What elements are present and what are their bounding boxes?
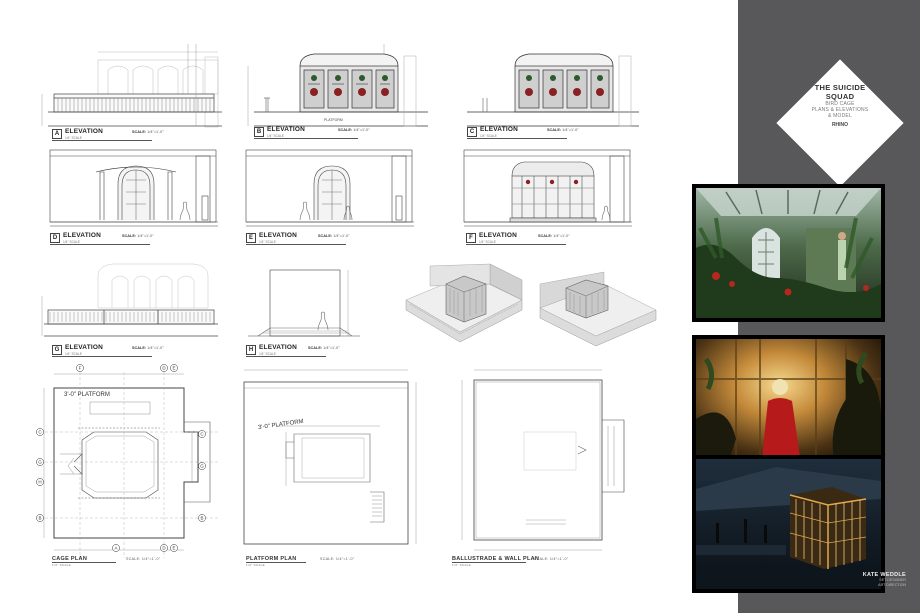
platform-plan: 3'-0" PLATFORM PLATFORM PLAN 1/4" SCALE … (240, 362, 440, 582)
svg-text:G: G (38, 460, 42, 465)
svg-text:B: B (38, 516, 41, 521)
cage-plan: F D E C G H B C G B A D E 3'-0" PLATFORM… (34, 362, 220, 582)
elevation-d-scale: SCALE: 1/4"=1'-0" (122, 234, 154, 238)
elevation-h: H ELEVATION 1/4" SCALE SCALE: 1/4"=1'-0" (244, 266, 364, 362)
elevation-e: E ELEVATION 1/4" SCALE SCALE: 1/4"=1'-0" (244, 146, 420, 246)
elevation-f-letter: F (466, 233, 476, 243)
svg-text:F: F (79, 366, 82, 371)
elevation-c-letter: C (467, 127, 477, 137)
svg-text:PLATFORM: PLATFORM (324, 118, 343, 122)
model-render-2 (536, 262, 660, 356)
ballustrade-plan: BALLUSTRADE & WALL PLAN 1/4" SCALE SCALE… (448, 362, 644, 582)
film-still-1 (692, 184, 885, 322)
elevation-b-name: ELEVATION (267, 126, 306, 133)
designer-credit-line-2: ART DIRECTION (878, 582, 906, 587)
designer-credit: KATE WEDDLE SET DESIGNER ART DIRECTION (770, 572, 906, 587)
elevation-e-drawing (245, 149, 414, 227)
cage-plan-label: CAGE PLAN 1/4" SCALE SCALE: 1/4"=1'-0" (52, 556, 161, 567)
elevation-h-name: ELEVATION (259, 344, 298, 351)
elevation-c-scale: SCALE: 1/4"=1'-0" (547, 128, 579, 132)
elevation-b-label: B ELEVATION 1/4" SCALE SCALE: 1/4"=1'-0" (254, 126, 426, 140)
elevation-g: G ELEVATION 1/4" SCALE SCALE: 1/4"=1'-0" (38, 256, 224, 360)
elevation-a-name: ELEVATION (65, 128, 104, 135)
elevation-c-name: ELEVATION (480, 126, 519, 133)
elevation-a: A ELEVATION 1/4" SCALE SCALE: 1/4"=1'-0" (38, 40, 224, 146)
svg-text:E: E (172, 366, 175, 371)
software-label: RHINO (831, 122, 849, 128)
elevation-c-label: C ELEVATION 1/4" SCALE SCALE: 1/4"=1'-0" (467, 126, 639, 140)
elevation-d-label: D ELEVATION 1/4" SCALE SCALE: 1/4"=1'-0" (50, 232, 222, 246)
elevation-f-scale: SCALE: 1/4"=1'-0" (538, 234, 570, 238)
title-diamond: THE SUICIDE SQUAD BIRD CAGE PLANS & ELEV… (776, 59, 904, 187)
model-render-1 (400, 260, 528, 356)
elevation-a-label: A ELEVATION 1/4" SCALE SCALE: 1/4"=1'-0" (52, 128, 224, 142)
elevation-f-name: ELEVATION (479, 232, 518, 239)
elevation-g-letter: G (52, 345, 62, 355)
elevation-d-name: ELEVATION (63, 232, 102, 239)
elevation-d-drawing (49, 149, 218, 227)
elevation-e-letter: E (246, 233, 256, 243)
title-block: THE SUICIDE SQUAD BIRD CAGE PLANS & ELEV… (776, 83, 904, 128)
cage-plan-drawing: F D E C G H B C G B A D E (36, 364, 218, 558)
elevation-a-scale: SCALE: 1/4"=1'-0" (132, 130, 164, 134)
platform-plan-label: PLATFORM PLAN 1/4" SCALE SCALE: 1/4"=1'-… (246, 556, 355, 567)
svg-text:E: E (172, 546, 175, 551)
film-still-2 (692, 335, 885, 473)
elevation-g-name: ELEVATION (65, 344, 104, 351)
elevation-d-letter: D (50, 233, 60, 243)
elevation-a-letter: A (52, 129, 62, 139)
elevation-h-scale: SCALE: 1/4"=1'-0" (308, 346, 340, 350)
elevation-e-name: ELEVATION (259, 232, 298, 239)
elevation-f-drawing (463, 149, 632, 227)
elevation-f-label: F ELEVATION 1/4" SCALE SCALE: 1/4"=1'-0" (466, 232, 638, 246)
elevation-h-letter: H (246, 345, 256, 355)
svg-text:H: H (38, 480, 41, 485)
ballustrade-plan-label: BALLUSTRADE & WALL PLAN 1/4" SCALE SCALE… (452, 556, 569, 567)
elevation-f: F ELEVATION 1/4" SCALE SCALE: 1/4"=1'-0" (462, 146, 638, 246)
svg-text:A: A (114, 546, 117, 551)
elevation-g-scale: SCALE: 1/4"=1'-0" (132, 346, 164, 350)
elevation-e-scale: SCALE: 1/4"=1'-0" (318, 234, 350, 238)
title-line-2: SQUAD (825, 92, 855, 101)
svg-text:G: G (200, 464, 204, 469)
platform-plan-drawing (243, 369, 417, 545)
elevation-e-label: E ELEVATION 1/4" SCALE SCALE: 1/4"=1'-0" (246, 232, 418, 246)
elevation-b-letter: B (254, 127, 264, 137)
elevation-g-label: G ELEVATION 1/4" SCALE SCALE: 1/4"=1'-0" (52, 344, 224, 358)
svg-text:B: B (200, 516, 203, 521)
cage-plan-platform-label: 3'-0" PLATFORM (64, 392, 110, 398)
elevation-d: D ELEVATION 1/4" SCALE SCALE: 1/4"=1'-0" (48, 146, 224, 246)
elevation-h-label: H ELEVATION 1/4" SCALE SCALE: 1/4"=1'-0" (246, 344, 364, 358)
subtitle-line-3: & MODEL (828, 113, 852, 119)
elevation-b: PLATFORM B ELEVATION 1/4" SCALE SCALE: 1… (244, 40, 430, 146)
ballustrade-plan-drawing (461, 369, 625, 551)
elevation-c: C ELEVATION 1/4" SCALE SCALE: 1/4"=1'-0" (463, 40, 643, 146)
elevation-b-scale: SCALE: 1/4"=1'-0" (338, 128, 370, 132)
title-line-1: THE SUICIDE (814, 83, 866, 92)
